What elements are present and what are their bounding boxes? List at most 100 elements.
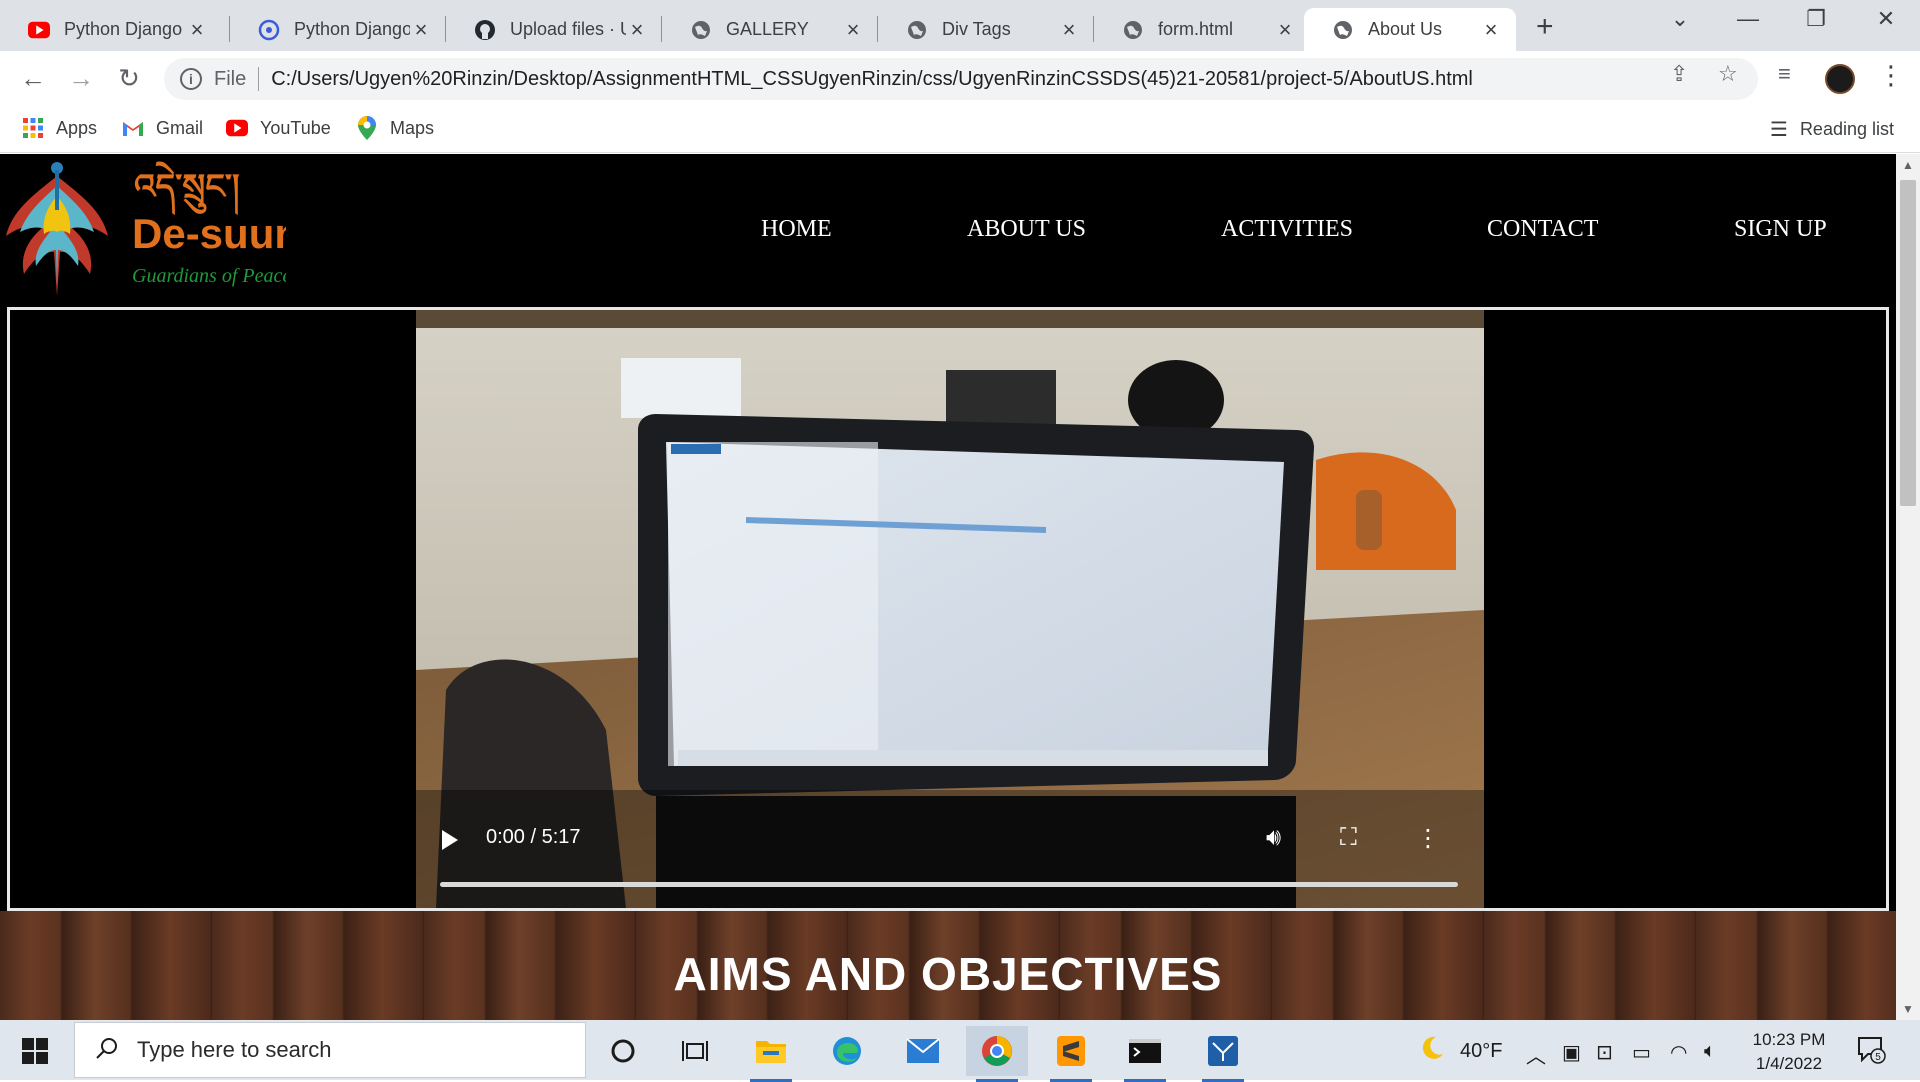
page-scrollbar[interactable]: ▲ ▼ [1896,154,1920,1020]
tab-search-chevron-icon[interactable]: ⌄ [1660,6,1700,32]
tab-title: Div Tags [942,19,1011,39]
more-options-icon[interactable]: ⋮ [1416,824,1440,853]
network-tool-icon[interactable] [1192,1026,1254,1082]
volume-icon[interactable]: 🔊︎ [1266,824,1281,852]
nav-home[interactable]: HOME [761,216,832,243]
show-hidden-icons-chevron-icon[interactable]: ︿ [1526,1040,1546,1069]
bookmark-label: Maps [390,117,435,138]
windows-taskbar: Type here to search 40°F ︿ ▣ ⊡ ▭ ◠ 🔈︎ 10… [0,1020,1920,1082]
device-icon[interactable]: ▣ [1562,1040,1581,1065]
logo-wordmark: De-suung [132,210,286,257]
tab-title: Python Django [294,19,410,39]
nav-about-us[interactable]: ABOUT US [967,216,1086,243]
globe-icon [1332,19,1354,41]
github-icon [474,19,496,41]
globe-icon [906,19,928,41]
tab-gallery[interactable]: GALLERY × [662,8,878,51]
bookmark-maps[interactable]: Maps [356,116,435,140]
close-icon[interactable]: × [1480,17,1502,43]
nav-activities[interactable]: ACTIVITIES [1221,216,1353,243]
close-icon[interactable]: × [626,17,648,43]
clock-date: 1/4/2022 [1755,1054,1823,1073]
de-suung-logo[interactable]: འདེ་སྲུང་། De-suung Guardians of Peace [2,156,326,300]
tab-python-django-1[interactable]: Python Django × [0,8,222,51]
notification-count: 5 [1875,1052,1881,1063]
media-control-icon[interactable]: ≡ [1778,61,1791,87]
site-info-icon[interactable]: i [180,68,202,90]
terminal-icon[interactable] [1114,1026,1176,1082]
task-view-icon[interactable] [664,1026,726,1076]
close-icon[interactable]: × [1058,17,1080,43]
volume-icon[interactable]: 🔈︎ [1704,1040,1716,1063]
nav-contact[interactable]: CONTACT [1487,216,1598,243]
battery-icon[interactable]: ▭ [1632,1040,1651,1065]
video-progress-bar[interactable] [440,882,1458,887]
phoenix-emblem-icon [6,162,108,296]
close-window-button[interactable]: ✕ [1866,6,1906,32]
tab-about-us[interactable]: About Us × [1304,8,1516,51]
page-viewport: འདེ་སྲུང་། De-suung Guardians of Peace H… [0,154,1896,1020]
forward-arrow-icon[interactable]: → [64,63,98,94]
scroll-up-arrow-icon[interactable]: ▲ [1902,158,1914,172]
tab-title: About Us [1368,19,1443,39]
play-icon[interactable] [442,830,458,850]
url-text[interactable]: C:/Users/Ugyen%20Rinzin/Desktop/Assignme… [271,68,1473,91]
restore-button[interactable]: ❐ [1796,6,1836,32]
close-icon[interactable]: × [1274,17,1296,43]
youtube-icon [226,117,248,139]
close-icon[interactable]: × [186,17,208,43]
tab-title: GALLERY [726,19,809,39]
bookmark-label: Gmail [156,117,204,138]
tab-title: form.html [1158,19,1234,39]
profile-avatar[interactable] [1825,64,1855,94]
security-alert-icon[interactable]: ⊡ [1596,1040,1613,1065]
new-tab-button[interactable]: + [1536,10,1554,44]
windows-start-icon[interactable] [22,1038,48,1064]
reading-list-button[interactable]: ☰ Reading list [1770,117,1894,142]
bookmark-label: Apps [56,117,98,138]
close-icon[interactable]: × [410,17,432,43]
scheme-label: File [214,67,247,90]
back-arrow-icon[interactable]: ← [16,63,50,94]
reading-list-label: Reading list [1799,119,1894,139]
scrollbar-thumb[interactable] [1900,180,1916,506]
edge-icon[interactable] [816,1026,878,1076]
reading-list-icon: ☰ [1770,119,1788,141]
maps-pin-icon [356,116,378,140]
wifi-icon[interactable]: ◠ [1670,1040,1687,1065]
tab-python-django-2[interactable]: Python Django × [230,8,446,51]
logo-script: འདེ་སྲུང་། [134,161,240,216]
bookmark-gmail[interactable]: Gmail [122,117,203,139]
bookmarks-bar: Apps Gmail YouTube Maps ☰ Reading list [0,107,1920,153]
file-explorer-icon[interactable] [740,1026,802,1082]
system-clock[interactable]: 10:23 PM 1/4/2022 [1730,1028,1848,1076]
share-icon[interactable]: ⇪ [1670,61,1688,87]
tab-form-html[interactable]: form.html × [1094,8,1310,51]
taskbar-search[interactable]: Type here to search [74,1022,586,1078]
bookmark-apps[interactable]: Apps [22,117,97,139]
mail-icon[interactable] [892,1026,954,1076]
cortana-icon[interactable] [592,1026,654,1076]
tab-upload-files[interactable]: Upload files · U × [446,8,662,51]
minimize-button[interactable]: — [1728,6,1768,32]
scroll-down-arrow-icon[interactable]: ▼ [1902,1002,1914,1016]
bookmark-youtube[interactable]: YouTube [226,117,331,139]
fullscreen-icon[interactable]: ⛶ [1340,824,1357,852]
aims-section: AIMS AND OBJECTIVES [0,911,1896,1020]
video-player[interactable]: 0:00 / 5:17 🔊︎ ⛶ ⋮ [7,307,1889,911]
close-icon[interactable]: × [842,17,864,43]
video-controls: 0:00 / 5:17 🔊︎ ⛶ ⋮ [416,800,1484,908]
address-bar[interactable]: i File C:/Users/Ugyen%20Rinzin/Desktop/A… [164,58,1758,100]
bookmark-star-icon[interactable]: ☆ [1718,61,1738,87]
tab-div-tags[interactable]: Div Tags × [878,8,1094,51]
search-icon [95,1036,119,1065]
sublime-text-icon[interactable] [1040,1026,1102,1082]
youtube-icon [28,19,50,41]
chrome-icon[interactable] [966,1026,1028,1082]
weather-temp[interactable]: 40°F [1460,1040,1502,1063]
notifications-icon[interactable]: 5 [1856,1034,1886,1070]
reload-icon[interactable]: ↻ [112,63,146,94]
weather-moon-icon[interactable] [1418,1034,1446,1068]
nav-sign-up[interactable]: SIGN UP [1734,216,1827,243]
more-menu-icon[interactable]: ⋮ [1878,60,1904,91]
